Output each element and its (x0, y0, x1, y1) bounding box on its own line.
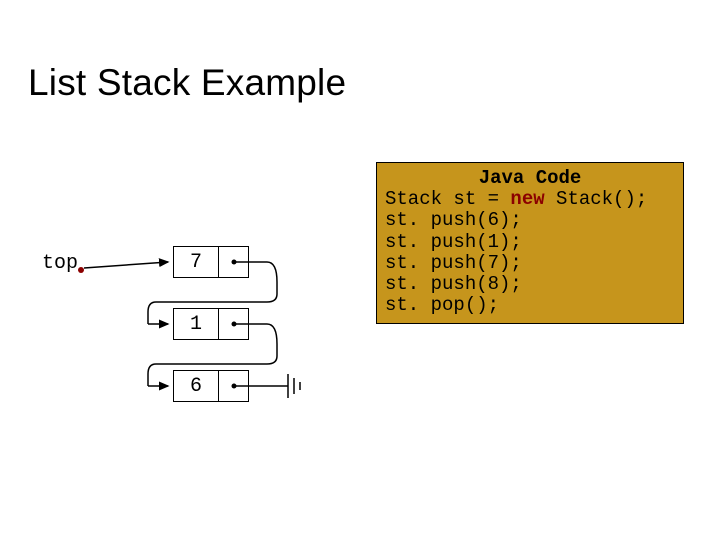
code-box-title: Java Code (385, 167, 675, 189)
stack-node-0-value: 7 (173, 246, 219, 278)
stack-node-0: 7 (173, 246, 249, 278)
code-line-4: st. push(8); (385, 274, 675, 295)
stack-node-2-pointer (219, 370, 249, 402)
stack-node-0-pointer (219, 246, 249, 278)
slide-title: List Stack Example (28, 62, 346, 104)
code-box: Java Code Stack st = new Stack(); st. pu… (376, 162, 684, 324)
code-line-0: Stack st = new Stack(); (385, 189, 675, 210)
code-line-5: st. pop(); (385, 295, 675, 316)
stack-node-2-value: 6 (173, 370, 219, 402)
stack-node-1-value: 1 (173, 308, 219, 340)
code-line-1: st. push(6); (385, 210, 675, 231)
code-line-2: st. push(1); (385, 232, 675, 253)
stack-node-2: 6 (173, 370, 249, 402)
stack-node-1: 1 (173, 308, 249, 340)
stack-node-1-pointer (219, 308, 249, 340)
code-line-3: st. push(7); (385, 253, 675, 274)
top-pointer-label: top (42, 252, 78, 275)
top-pointer-dot (78, 267, 84, 273)
